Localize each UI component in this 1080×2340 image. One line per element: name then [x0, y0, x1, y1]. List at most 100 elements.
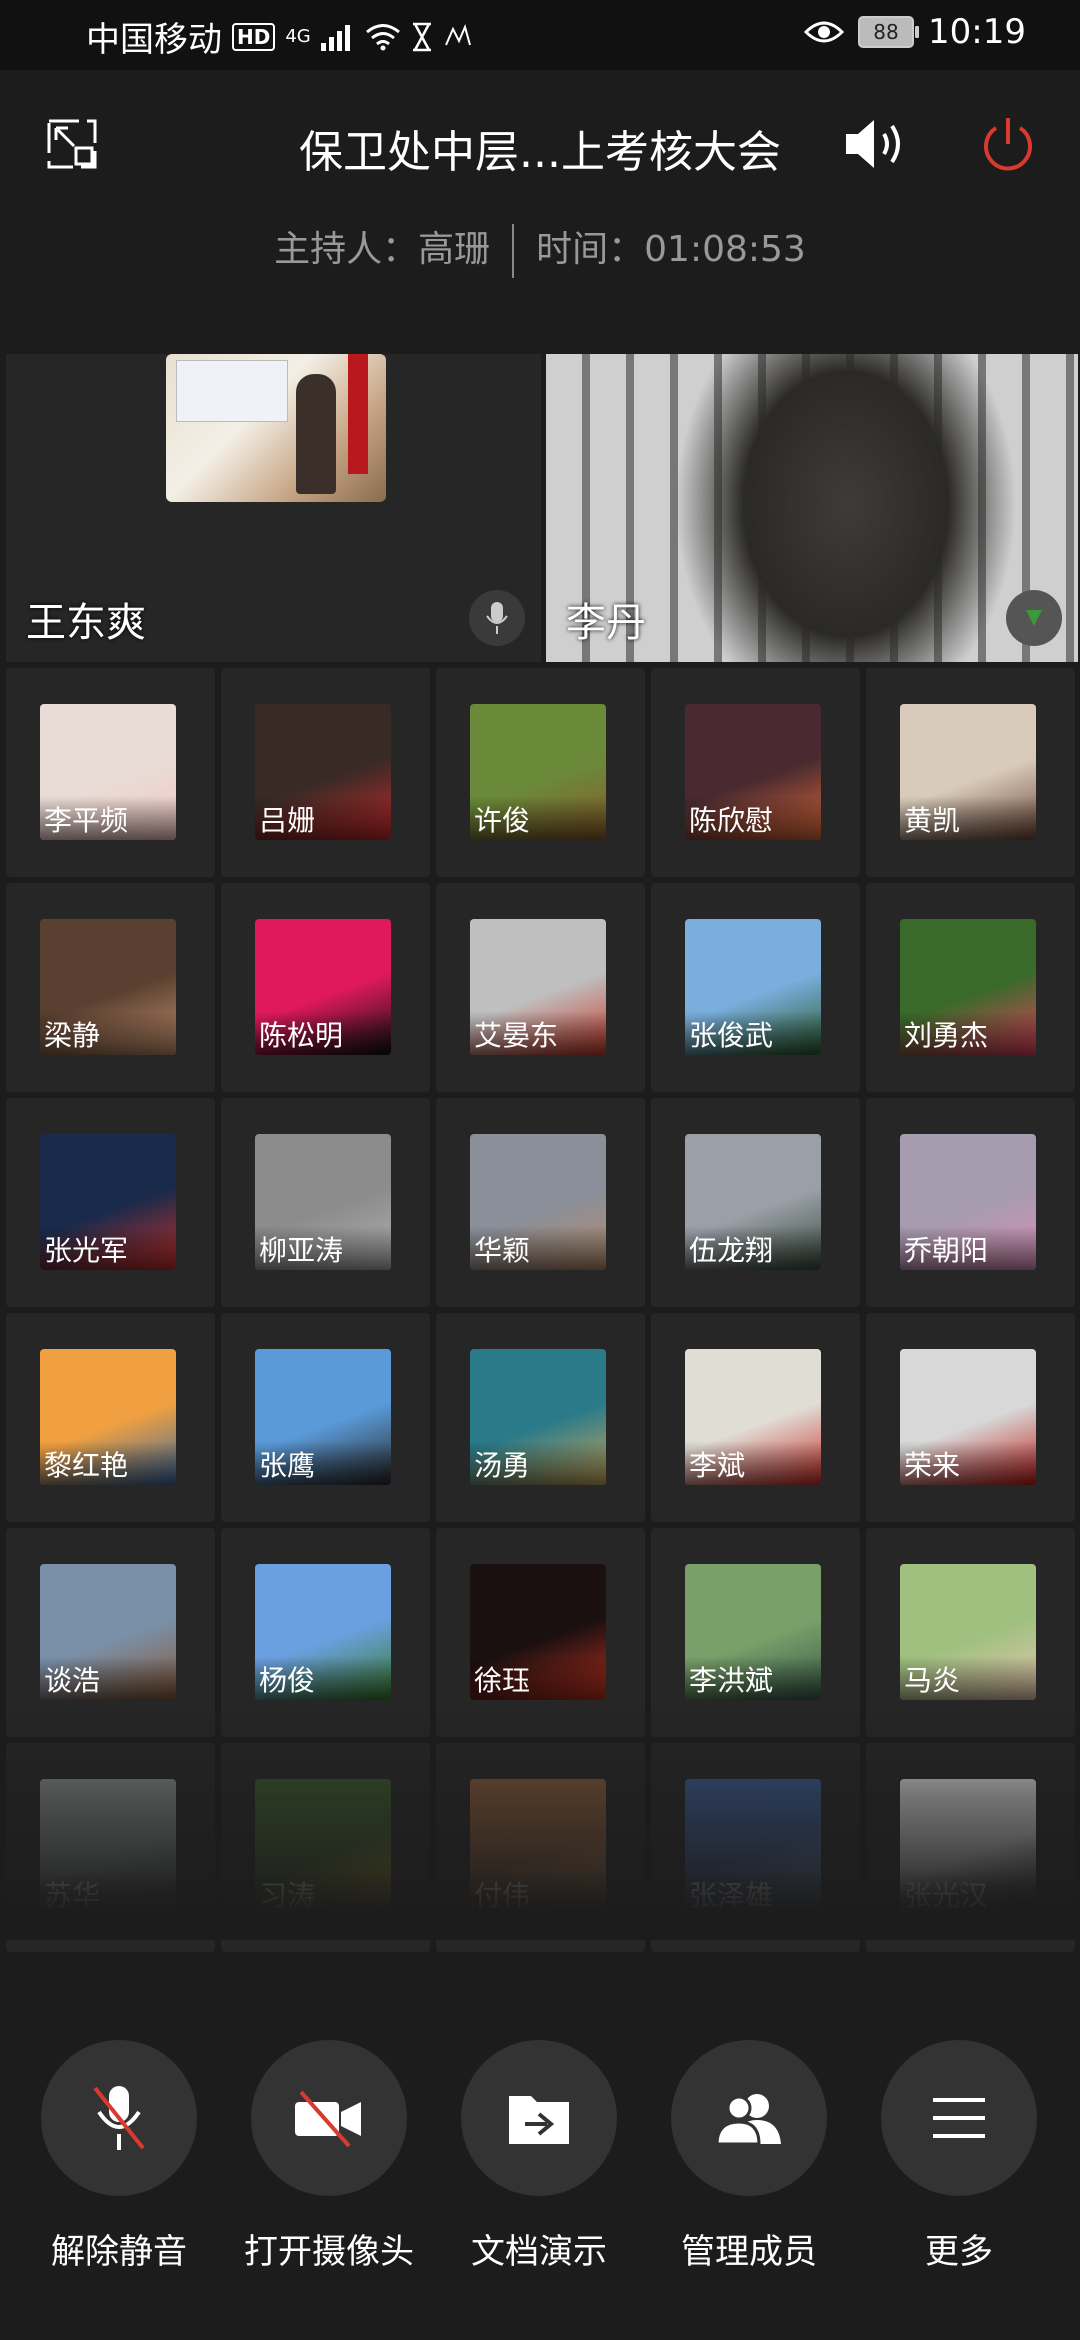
- participant-name: 刘勇杰: [900, 1011, 1036, 1055]
- participant-tile[interactable]: 付伟: [436, 1743, 645, 1952]
- members-icon[interactable]: [671, 2040, 827, 2196]
- share-document-label: 文档演示: [471, 2232, 607, 2272]
- more-label: 更多: [925, 2232, 993, 2272]
- avatar: 陈松明: [255, 919, 391, 1055]
- participant-tile[interactable]: 荣来: [866, 1313, 1075, 1522]
- avatar: 徐珏: [470, 1564, 606, 1700]
- avatar: 荣来: [900, 1349, 1036, 1485]
- minimize-window-icon[interactable]: [46, 118, 98, 170]
- participant-name: 伍龙翔: [685, 1226, 821, 1270]
- battery-icon: 88: [858, 16, 920, 48]
- avatar: 杨俊: [255, 1564, 391, 1700]
- avatar: 谈浩: [40, 1564, 176, 1700]
- wifi-icon: [365, 23, 400, 50]
- participant-name: 许俊: [470, 796, 606, 840]
- avatar: 柳亚涛: [255, 1134, 391, 1270]
- participant-name: 张光汉: [900, 1871, 1036, 1915]
- video-tile-2[interactable]: 李丹: [546, 354, 1078, 662]
- participant-name: 张光军: [40, 1226, 176, 1270]
- avatar: 伍龙翔: [685, 1134, 821, 1270]
- participant-name: 谈浩: [40, 1656, 176, 1700]
- info-divider: [512, 224, 515, 278]
- participant-tile[interactable]: 张鹰: [221, 1313, 430, 1522]
- share-document-button[interactable]: 文档演示: [434, 2040, 644, 2273]
- participant-tile[interactable]: 许俊: [436, 668, 645, 877]
- participant-tile[interactable]: 梁静: [6, 883, 215, 1092]
- participant-tile[interactable]: 伍龙翔: [651, 1098, 860, 1307]
- share-folder-icon[interactable]: [461, 2040, 617, 2196]
- manage-members-button[interactable]: 管理成员: [644, 2040, 854, 2273]
- participant-tile[interactable]: 谈浩: [6, 1528, 215, 1737]
- app-notification-icon: [444, 23, 471, 45]
- elapsed-time: 时间：01:08:53: [536, 229, 806, 270]
- participant-tile[interactable]: 黄凯: [866, 668, 1075, 877]
- participant-name: 张泽雄: [685, 1871, 821, 1915]
- clock: 10:19: [928, 12, 1026, 52]
- participant-tile[interactable]: 张光军: [6, 1098, 215, 1307]
- participant-tile[interactable]: 乔朝阳: [866, 1098, 1075, 1307]
- participant-tile[interactable]: 张光汉: [866, 1743, 1075, 1952]
- status-bar: 中国移动 HD 4G 88 10:19: [0, 0, 1080, 70]
- participant-name: 黄凯: [900, 796, 1036, 840]
- participant-name: 华颖: [470, 1226, 606, 1270]
- camera-button[interactable]: 打开摄像头: [224, 2040, 434, 2273]
- avatar: 苏华: [40, 1779, 176, 1915]
- unmute-button[interactable]: 解除静音: [14, 2040, 224, 2273]
- participant-tile[interactable]: 吕姗: [221, 668, 430, 877]
- signal-strength-icon: [1006, 590, 1062, 646]
- avatar: 张泽雄: [685, 1779, 821, 1915]
- participant-tile[interactable]: 李斌: [651, 1313, 860, 1522]
- participant-tile[interactable]: 张泽雄: [651, 1743, 860, 1952]
- meeting-title: 保卫处中层...上考核大会: [299, 127, 781, 178]
- participant-name: 乔朝阳: [900, 1226, 1036, 1270]
- participant-tile[interactable]: 黎红艳: [6, 1313, 215, 1522]
- more-button[interactable]: 更多: [854, 2040, 1064, 2273]
- participant-tile[interactable]: 李洪斌: [651, 1528, 860, 1737]
- participant-tile[interactable]: 柳亚涛: [221, 1098, 430, 1307]
- projector-screen: [176, 360, 288, 422]
- avatar: 黎红艳: [40, 1349, 176, 1485]
- participant-name: 张俊武: [685, 1011, 821, 1055]
- participant-tile[interactable]: 习涛: [221, 1743, 430, 1952]
- participant-tile[interactable]: 徐珏: [436, 1528, 645, 1737]
- signal-icon: [320, 24, 350, 51]
- participant-name: 徐珏: [470, 1656, 606, 1700]
- participant-tile[interactable]: 艾晏东: [436, 883, 645, 1092]
- camera-off-icon[interactable]: [251, 2040, 407, 2196]
- participant-tile[interactable]: 陈欣慰: [651, 668, 860, 877]
- avatar: 黄凯: [900, 704, 1036, 840]
- avatar: 乔朝阳: [900, 1134, 1036, 1270]
- avatar: 张俊武: [685, 919, 821, 1055]
- menu-icon[interactable]: [881, 2040, 1037, 2196]
- network-type: 4G: [285, 26, 311, 47]
- avatar: 陈欣慰: [685, 704, 821, 840]
- meeting-info: 主持人：高珊 时间：01:08:53: [0, 220, 1080, 278]
- speaker-icon[interactable]: [842, 114, 912, 174]
- participant-tile[interactable]: 马炎: [866, 1528, 1075, 1737]
- participant-name: 李洪斌: [685, 1656, 821, 1700]
- participant-tile[interactable]: 陈松明: [221, 883, 430, 1092]
- participant-tile[interactable]: 杨俊: [221, 1528, 430, 1737]
- participant-name: 黎红艳: [40, 1441, 176, 1485]
- participant-name: 艾晏东: [470, 1011, 606, 1055]
- avatar: 华颖: [470, 1134, 606, 1270]
- avatar: 李平频: [40, 704, 176, 840]
- mic-icon: [469, 590, 525, 646]
- participant-tile[interactable]: 刘勇杰: [866, 883, 1075, 1092]
- speaker-figure: [296, 374, 336, 494]
- video-tile-1[interactable]: 王东爽: [6, 354, 541, 662]
- flag: [348, 354, 368, 474]
- meeting-header: 保卫处中层...上考核大会 主持人：高珊 时间：01:08:53: [0, 70, 1080, 278]
- participant-name: 付伟: [470, 1871, 606, 1915]
- participant-name: 马炎: [900, 1656, 1036, 1700]
- hourglass-icon: [412, 22, 431, 51]
- mic-muted-icon[interactable]: [41, 2040, 197, 2196]
- camera-label: 打开摄像头: [244, 2232, 414, 2272]
- participant-tile[interactable]: 苏华: [6, 1743, 215, 1952]
- participant-tile[interactable]: 张俊武: [651, 883, 860, 1092]
- participant-tile[interactable]: 华颖: [436, 1098, 645, 1307]
- participant-tile[interactable]: 李平频: [6, 668, 215, 877]
- participant-tile[interactable]: 汤勇: [436, 1313, 645, 1522]
- avatar: 李洪斌: [685, 1564, 821, 1700]
- end-meeting-power-icon[interactable]: [978, 114, 1038, 174]
